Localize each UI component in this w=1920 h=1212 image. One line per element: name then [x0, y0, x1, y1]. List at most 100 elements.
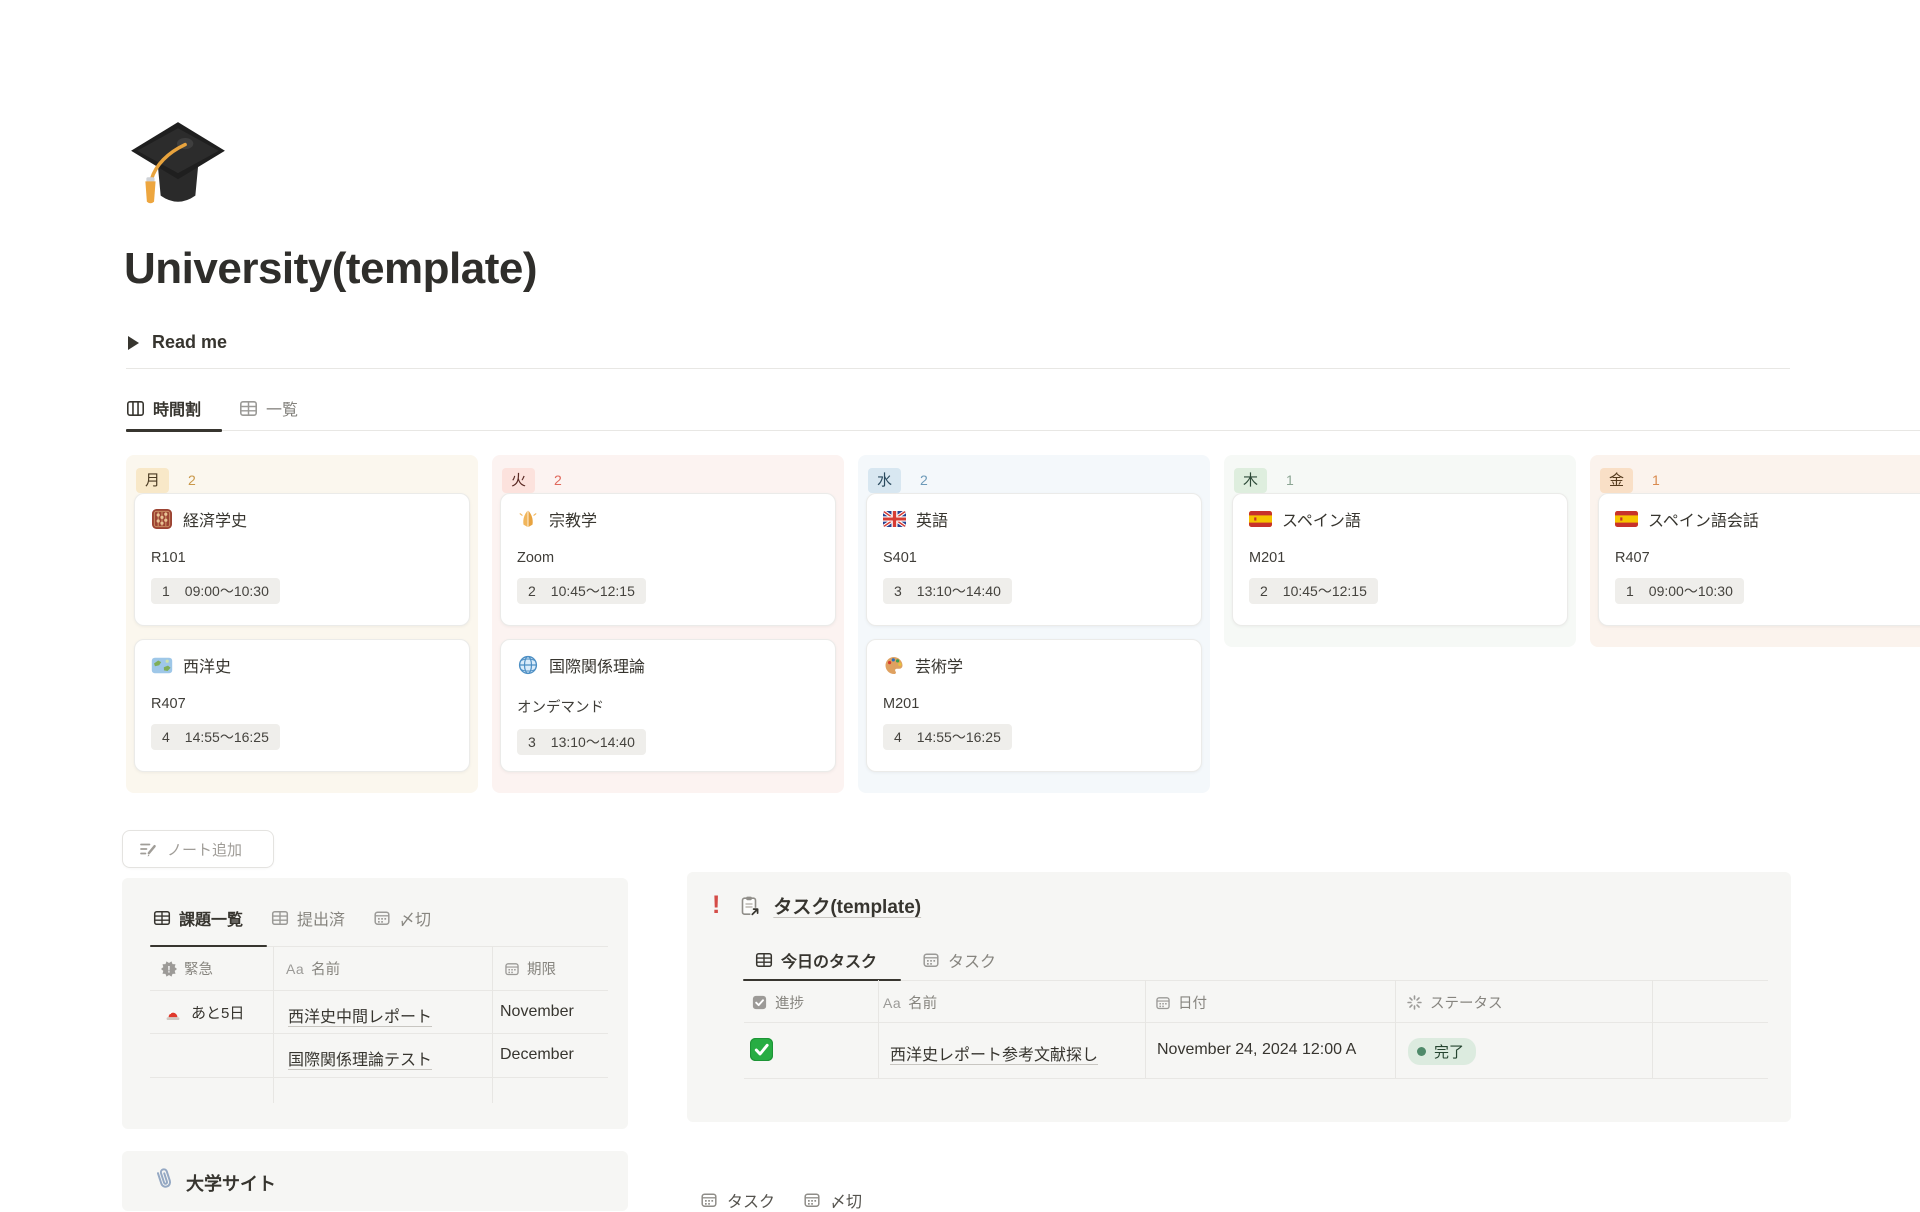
room-label: Zoom [517, 550, 819, 566]
card-count: 2 [920, 472, 928, 488]
add-note-button[interactable]: ノート追加 [122, 830, 274, 868]
column-header-date[interactable]: 日付 [1155, 992, 1207, 1013]
status-spinner-icon [1406, 994, 1423, 1011]
text-property-icon: Aa [883, 995, 901, 1011]
period-time-tag: 414:55〜16:25 [883, 724, 1012, 750]
room-label: オンデマンド [517, 696, 819, 717]
table-view-icon [755, 951, 773, 969]
column-header-due[interactable]: 期限 [504, 958, 556, 979]
column-header[interactable]: 月 2 [126, 455, 478, 493]
column-header-urgent[interactable]: 緊急 [161, 958, 213, 979]
tab-deadline-bottom[interactable]: 〆切 [803, 1188, 862, 1212]
tasks-panel: ! タスク(template) 今日のタスク タスク 進捗 Aa 名前 日付 ス… [687, 872, 1791, 1122]
tabbar-border [126, 430, 1920, 431]
room-label: M201 [883, 696, 1185, 712]
uk-flag-icon [883, 511, 906, 527]
assignments-tab-bar: 課題一覧 提出済 〆切 [153, 906, 431, 930]
column-header[interactable]: 水 2 [858, 455, 1210, 493]
text-property-icon: Aa [286, 961, 304, 977]
period-time-tag: 109:00〜10:30 [1615, 578, 1744, 604]
task-link[interactable]: 西洋史レポート参考文献探し [890, 1041, 1098, 1065]
tab-assignment-list[interactable]: 課題一覧 [153, 906, 243, 930]
class-card[interactable]: 西洋史 R407 414:55〜16:25 [134, 639, 470, 772]
card-count: 1 [1652, 472, 1660, 488]
tab-submitted[interactable]: 提出済 [271, 906, 345, 930]
tab-list[interactable]: 一覧 [239, 396, 298, 420]
tasks-page-link[interactable]: タスク(template) [773, 892, 921, 919]
exclamation-icon: ! [712, 893, 720, 918]
column-header[interactable]: 金 1 [1590, 455, 1920, 493]
assignment-link[interactable]: 国際関係理論テスト [288, 1046, 432, 1070]
column-header[interactable]: 火 2 [492, 455, 844, 493]
period-time-tag: 210:45〜12:15 [517, 578, 646, 604]
due-value[interactable]: December [500, 1046, 574, 1064]
tab-tasks[interactable]: タスク [922, 948, 996, 972]
abacus-icon [151, 508, 173, 530]
class-card[interactable]: 経済学史 R101 109:00〜10:30 [134, 493, 470, 626]
period-time-tag: 210:45〜12:15 [1249, 578, 1378, 604]
clipboard-link-icon [738, 895, 762, 917]
class-card[interactable]: スペイン語会話 R407 109:00〜10:30 [1598, 493, 1920, 626]
day-badge: 水 [868, 468, 901, 493]
tab-tasks-bottom[interactable]: タスク [700, 1188, 775, 1212]
readme-label: Read me [152, 332, 227, 353]
column-header-name[interactable]: Aa 名前 [883, 992, 937, 1013]
tab-timetable[interactable]: 時間割 [126, 396, 201, 420]
palette-icon [883, 654, 905, 676]
checkbox-icon [751, 994, 768, 1011]
table-view-icon [153, 909, 171, 927]
day-badge: 月 [136, 468, 169, 493]
tasks-header: ! タスク(template) [712, 892, 921, 919]
card-count: 1 [1286, 472, 1294, 488]
class-card[interactable]: スペイン語 M201 210:45〜12:15 [1232, 493, 1568, 626]
table-row[interactable]: あと5日 [164, 1002, 244, 1023]
active-tab-underline [126, 429, 222, 432]
period-time-tag: 313:10〜14:40 [517, 729, 646, 755]
column-header-name[interactable]: Aa 名前 [286, 958, 340, 979]
table-view-icon [239, 399, 258, 418]
day-badge: 金 [1600, 468, 1633, 493]
globe-icon [517, 654, 539, 676]
board-view-icon [126, 399, 145, 418]
day-badge: 火 [502, 468, 535, 493]
period-time-tag: 313:10〜14:40 [883, 578, 1012, 604]
room-label: R407 [1615, 550, 1917, 566]
checked-checkbox[interactable] [750, 1038, 773, 1061]
siren-icon [164, 1005, 182, 1021]
class-card[interactable]: 芸術学 M201 414:55〜16:25 [866, 639, 1202, 772]
calendar-icon [922, 951, 940, 969]
table-view-icon [271, 909, 289, 927]
tasks-tab-bar: 今日のタスク タスク [755, 948, 996, 972]
assignments-panel: 課題一覧 提出済 〆切 緊急 Aa 名前 期限 あと5日 西洋史中間レポート N… [122, 878, 628, 1129]
active-tab-underline [150, 945, 267, 948]
calendar-icon [700, 1191, 718, 1209]
due-value[interactable]: November [500, 1003, 574, 1021]
column-header[interactable]: 木 1 [1224, 455, 1576, 493]
board-column-tuesday: 火 2 宗教学 Zoom 210:45〜12:15 国際関係理論 オンデマンド … [492, 455, 844, 793]
column-header-status[interactable]: ステータス [1406, 992, 1503, 1013]
tab-deadline[interactable]: 〆切 [373, 906, 431, 930]
column-header-progress[interactable]: 進捗 [751, 992, 804, 1013]
tab-today-tasks[interactable]: 今日のタスク [755, 948, 877, 972]
date-value[interactable]: November 24, 2024 12:00 A [1157, 1041, 1356, 1059]
readme-toggle[interactable]: Read me [128, 332, 227, 353]
board-column-wednesday: 水 2 英語 S401 313:10〜14:40 芸術学 M201 414:55… [858, 455, 1210, 793]
class-card[interactable]: 国際関係理論 オンデマンド 313:10〜14:40 [500, 639, 836, 772]
calendar-icon [504, 961, 520, 977]
bottom-tab-bar: タスク 〆切 [700, 1188, 862, 1212]
class-card[interactable]: 宗教学 Zoom 210:45〜12:15 [500, 493, 836, 626]
toggle-arrow-icon [128, 336, 139, 350]
room-label: R101 [151, 550, 453, 566]
spain-flag-icon [1249, 511, 1272, 527]
class-card[interactable]: 英語 S401 313:10〜14:40 [866, 493, 1202, 626]
assignment-link[interactable]: 西洋史中間レポート [288, 1003, 432, 1027]
page-title: University(template) [124, 244, 537, 294]
card-count: 2 [188, 472, 196, 488]
board-column-monday: 月 2 経済学史 R101 109:00〜10:30 西洋史 R407 414:… [126, 455, 478, 793]
urgency-value: あと5日 [191, 1002, 244, 1023]
status-badge[interactable]: 完了 [1408, 1038, 1476, 1065]
calendar-icon [373, 909, 391, 927]
compose-icon [138, 840, 158, 858]
card-count: 2 [554, 472, 562, 488]
divider [126, 368, 1790, 369]
